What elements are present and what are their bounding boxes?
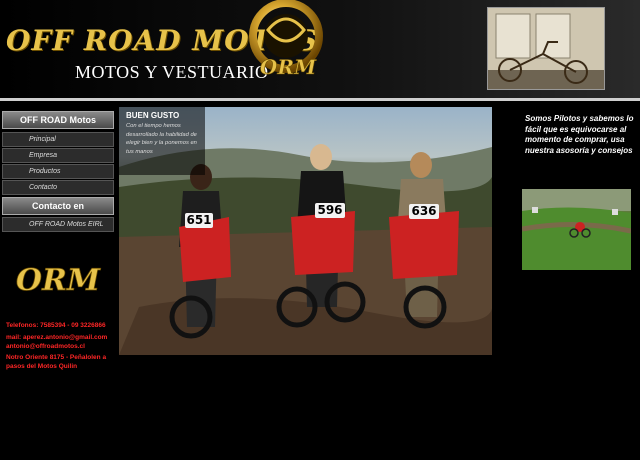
race-thumbnail[interactable] (522, 189, 631, 270)
hero-caption-box: BUEN GUSTO Con el tiempo hemos desarroll… (119, 107, 205, 175)
sidebar-logo-text: ORM (16, 263, 101, 298)
race-plate-3: 636 (409, 204, 439, 219)
hero-caption-title: BUEN GUSTO (126, 111, 180, 120)
contact-address-line-1: Notro Oriente 8175 - Peñalolen a (6, 354, 107, 361)
nav-item-principal[interactable]: Principal (2, 132, 114, 147)
nav-item-offroad-eirl[interactable]: OFF ROAD Motos EIRL (2, 217, 114, 232)
emblem-letters: ORM (260, 55, 317, 79)
hero-photo: 651 596 636 BUEN GUSTO Con el tiempo hem… (119, 107, 492, 355)
contact-phones: Telefonos: 7585394 - 09 3226866 (6, 322, 106, 329)
race-plate-1: 651 (185, 213, 213, 228)
nav-item-empresa[interactable]: Empresa (2, 148, 114, 163)
contact-email[interactable]: mail: aperez.antonio@gmail.com (6, 333, 124, 342)
nav-section-offroad[interactable]: OFF ROAD Motos (2, 111, 114, 129)
orm-emblem-logo[interactable]: ORM (246, 0, 330, 84)
nav-section-contacto-en[interactable]: Contacto en (2, 197, 114, 215)
header-divider (0, 98, 640, 101)
nav-item-contacto[interactable]: Contacto (2, 180, 114, 195)
orm-sidebar-logo: ORM (16, 263, 102, 299)
contact-email-2[interactable]: antonio@offroadmotos.cl (6, 342, 124, 351)
contact-address-line-2: pasos del Motos Quilin (6, 363, 78, 370)
brand-subtitle: MOTOS Y VESTUARIO (75, 62, 269, 82)
showroom-image (487, 7, 605, 90)
race-plate-2: 596 (315, 203, 345, 218)
hero-caption-text: Con el tiempo hemos desarrollado la habi… (126, 123, 197, 155)
nav-item-productos[interactable]: Productos (2, 164, 114, 179)
site-header: OFF ROAD MOTOS MOTOS Y VESTUARIO ORM (0, 0, 640, 98)
promo-text: Somos Pilotos y sabemos lo fácil que es … (525, 114, 634, 155)
